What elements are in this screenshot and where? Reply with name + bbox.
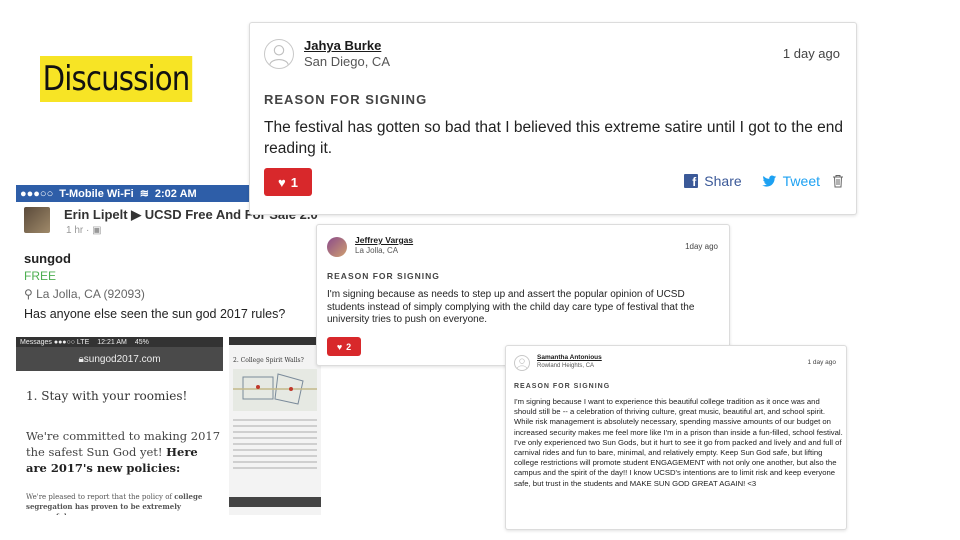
- heart-icon: ♥: [278, 174, 286, 190]
- item-price: FREE: [24, 269, 57, 283]
- like-count: 1: [290, 174, 298, 190]
- map-page-title: 2. College Spirit Walls?: [233, 357, 304, 364]
- comment-time: 1day ago: [685, 242, 718, 251]
- reason-heading: REASON FOR SIGNING: [514, 383, 611, 390]
- heart-icon: ♥: [336, 341, 343, 352]
- like-count: 2: [346, 341, 352, 352]
- tweet-button[interactable]: Tweet: [783, 173, 820, 189]
- commenter-name[interactable]: Samantha Antonious: [537, 354, 602, 361]
- location-pin-icon: ⚲: [24, 287, 37, 301]
- share-button[interactable]: Share: [704, 173, 741, 189]
- commenter-location: San Diego, CA: [304, 54, 390, 69]
- comment-card: Samantha Antonious Rowland Heights, CA 1…: [505, 345, 847, 530]
- share-actions: f Share Tweet: [684, 173, 844, 189]
- item-location: ⚲ La Jolla, CA (92093): [24, 287, 145, 301]
- globe-icon: ▣: [92, 225, 102, 236]
- commenter-location: La Jolla, CA: [355, 246, 399, 255]
- avatar: [327, 237, 347, 257]
- browser-paragraph: We're committed to making 2017 the safes…: [26, 429, 221, 475]
- commenter-location: Rowland Heights, CA: [537, 363, 595, 369]
- browser-screenshot: Messages ●●●○○ LTE 12:21 AM 45% 🔒︎ sungo…: [16, 337, 223, 515]
- item-question: Has anyone else seen the sun god 2017 ru…: [24, 307, 286, 321]
- comment-time: 1 day ago: [782, 46, 840, 61]
- map-bottom-bar: [229, 497, 321, 507]
- like-button[interactable]: ♥ 2: [327, 337, 361, 356]
- comment-text: I'm signing because as needs to step up …: [327, 289, 695, 326]
- campus-map-image: [233, 369, 317, 411]
- browser-paragraph-small: We're pleased to report that the policy …: [26, 492, 203, 515]
- clock-label: 2:02 AM: [154, 187, 197, 200]
- map-screenshot: 2. College Spirit Walls?: [229, 337, 321, 515]
- slide-title: Discussion: [40, 56, 193, 102]
- like-button[interactable]: ♥ 1: [264, 168, 312, 196]
- browser-status-bar: Messages ●●●○○ LTE 12:21 AM 45%: [16, 337, 223, 347]
- twitter-icon[interactable]: [761, 174, 777, 188]
- map-text-lines: [233, 419, 317, 473]
- carrier-label: T-Mobile Wi-Fi: [59, 187, 134, 200]
- signal-icon: ●●●○○: [20, 187, 54, 200]
- avatar-placeholder-icon: [514, 355, 530, 371]
- browser-heading: 1. Stay with your roomies!: [26, 389, 188, 403]
- wifi-icon: ≋: [139, 188, 149, 200]
- reason-heading: REASON FOR SIGNING: [327, 271, 440, 281]
- comment-text: The festival has gotten so bad that I be…: [264, 119, 844, 157]
- avatar-placeholder-icon: [264, 39, 294, 69]
- comment-time: 1 day ago: [807, 359, 836, 366]
- comment-text: I'm signing because I want to experience…: [514, 397, 843, 488]
- map-status-bar: [229, 337, 321, 345]
- phone-screenshot: ●●●○○ T-Mobile Wi-Fi ≋ 2:02 AM Erin Lipe…: [16, 185, 321, 515]
- item-title: sungod: [24, 251, 71, 266]
- commenter-name[interactable]: Jahya Burke: [304, 38, 381, 53]
- trash-icon[interactable]: [832, 174, 844, 188]
- post-meta: 1 hr · ▣: [66, 225, 102, 236]
- avatar: [24, 207, 50, 233]
- comment-card: Jahya Burke San Diego, CA 1 day ago REAS…: [249, 22, 857, 215]
- commenter-name[interactable]: Jeffrey Vargas: [355, 235, 413, 245]
- browser-url-bar[interactable]: 🔒︎ sungod2017.com: [16, 347, 223, 371]
- facebook-icon[interactable]: f: [684, 174, 699, 188]
- reason-heading: REASON FOR SIGNING: [264, 92, 428, 107]
